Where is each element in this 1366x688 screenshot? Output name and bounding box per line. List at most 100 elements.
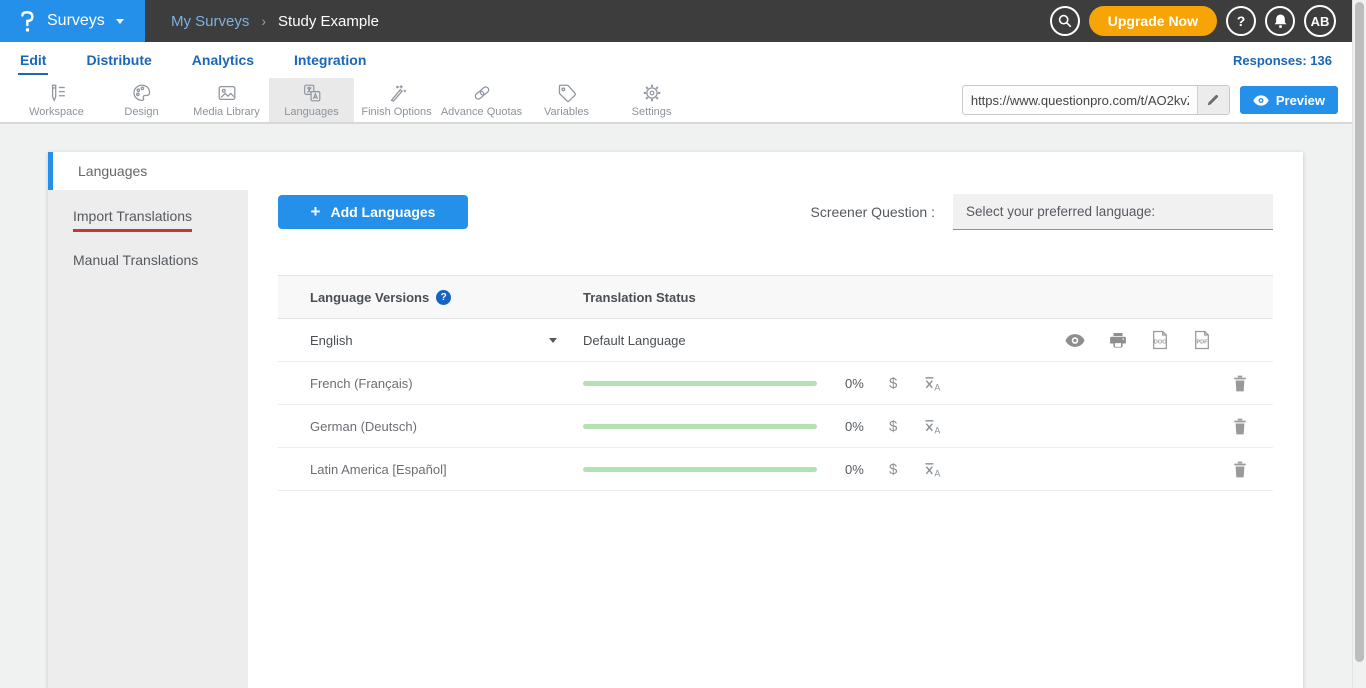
- languages-icon: [300, 82, 324, 104]
- language-versions-table: Language Versions ? Translation Status E…: [278, 275, 1273, 491]
- screener-question-select[interactable]: Select your preferred language:: [953, 194, 1273, 230]
- export-pdf-button[interactable]: PDF: [1193, 330, 1211, 350]
- chain-link-icon: [470, 82, 494, 104]
- toolbar-right: Preview: [962, 78, 1366, 122]
- top-bar: Surveys My Surveys › Study Example Upgra…: [0, 0, 1366, 42]
- col-translation-status: Translation Status: [583, 290, 696, 305]
- preview-button[interactable]: Preview: [1240, 86, 1338, 114]
- translate-icon: A: [923, 418, 942, 435]
- workspace-icon: [45, 82, 69, 104]
- language-name: French (Français): [310, 376, 413, 391]
- svg-text:PDF: PDF: [1196, 340, 1208, 346]
- chevron-down-icon: [116, 19, 124, 24]
- default-language-name: English: [310, 333, 353, 348]
- bell-icon: [1273, 13, 1288, 29]
- print-button[interactable]: [1109, 332, 1127, 349]
- toolbar-item-media-library[interactable]: Media Library: [184, 78, 269, 122]
- printer-icon: [1109, 332, 1127, 349]
- translate-icon: A: [923, 375, 942, 392]
- delete-language-button[interactable]: [1233, 375, 1247, 392]
- eye-icon: [1253, 95, 1269, 106]
- svg-text:A: A: [935, 468, 941, 477]
- sidebar-item-manual-translations[interactable]: Manual Translations: [73, 252, 248, 276]
- languages-side-nav: Languages Import Translations Manual Tra…: [48, 152, 248, 688]
- gear-icon: [640, 82, 664, 104]
- tag-icon: [555, 82, 579, 104]
- magic-wand-icon: [385, 82, 409, 104]
- languages-panel: Languages Import Translations Manual Tra…: [48, 152, 1303, 688]
- doc-file-icon: DOC: [1151, 330, 1169, 350]
- svg-text:A: A: [935, 382, 941, 391]
- view-survey-button[interactable]: [1065, 334, 1085, 347]
- translation-percent: 0%: [845, 376, 875, 391]
- section-tabs: Edit Distribute Analytics Integration Re…: [0, 42, 1366, 78]
- avatar[interactable]: AB: [1304, 5, 1336, 37]
- tab-integration[interactable]: Integration: [292, 45, 368, 75]
- product-name: Surveys: [47, 12, 105, 30]
- search-button[interactable]: [1050, 6, 1080, 36]
- plus-icon: +: [311, 202, 321, 222]
- delete-language-button[interactable]: [1233, 418, 1247, 435]
- trash-icon: [1233, 375, 1247, 392]
- paid-translation-button[interactable]: $: [889, 461, 897, 478]
- language-name: Latin America [Español]: [310, 462, 447, 477]
- help-button[interactable]: ?: [1226, 6, 1256, 36]
- toolbar-item-workspace[interactable]: Workspace: [14, 78, 99, 122]
- add-languages-button[interactable]: + Add Languages: [278, 195, 468, 229]
- language-name: German (Deutsch): [310, 419, 417, 434]
- translation-progress-bar: [583, 381, 817, 386]
- auto-translate-button[interactable]: A: [923, 461, 942, 478]
- table-row-language: German (Deutsch) 0% $ A: [278, 405, 1273, 448]
- side-nav-title: Languages: [48, 152, 248, 190]
- delete-language-button[interactable]: [1233, 461, 1247, 478]
- surveys-menu[interactable]: Surveys: [0, 0, 145, 42]
- media-library-icon: [215, 82, 239, 104]
- tab-edit[interactable]: Edit: [18, 45, 48, 75]
- breadcrumb-current: Study Example: [278, 13, 379, 30]
- tab-distribute[interactable]: Distribute: [84, 45, 153, 75]
- side-nav-body: Import Translations Manual Translations: [48, 190, 248, 688]
- toolbar-item-settings[interactable]: Settings: [609, 78, 694, 122]
- table-row-language: Latin America [Español] 0% $ A: [278, 448, 1273, 491]
- screener-question: Screener Question : Select your preferre…: [810, 194, 1273, 230]
- paid-translation-button[interactable]: $: [889, 375, 897, 392]
- design-palette-icon: [130, 82, 154, 104]
- notifications-button[interactable]: [1265, 6, 1295, 36]
- table-row-language: French (Français) 0% $ A: [278, 362, 1273, 405]
- sidebar-item-import-translations[interactable]: Import Translations: [73, 208, 248, 232]
- topbar-actions: Upgrade Now ? AB: [1050, 5, 1366, 37]
- col-language-versions: Language Versions: [310, 290, 429, 305]
- survey-url-box: [962, 85, 1230, 115]
- breadcrumb: My Surveys › Study Example: [171, 13, 379, 30]
- scrollbar[interactable]: [1352, 0, 1366, 688]
- breadcrumb-my-surveys[interactable]: My Surveys: [171, 13, 249, 30]
- toolbar-item-finish-options[interactable]: Finish Options: [354, 78, 439, 122]
- pdf-file-icon: PDF: [1193, 330, 1211, 350]
- trash-icon: [1233, 418, 1247, 435]
- toolbar-item-design[interactable]: Design: [99, 78, 184, 122]
- help-circle-icon[interactable]: ?: [436, 290, 451, 305]
- questionpro-logo-icon: [16, 9, 38, 33]
- upgrade-now-button[interactable]: Upgrade Now: [1089, 6, 1217, 36]
- survey-url-input[interactable]: [963, 93, 1197, 108]
- toolbar-item-advance-quotas[interactable]: Advance Quotas: [439, 78, 524, 122]
- toolbar-item-languages[interactable]: Languages: [269, 78, 354, 122]
- paid-translation-button[interactable]: $: [889, 418, 897, 435]
- scrollbar-thumb[interactable]: [1355, 2, 1364, 662]
- export-doc-button[interactable]: DOC: [1151, 330, 1169, 350]
- auto-translate-button[interactable]: A: [923, 418, 942, 435]
- main-area: Languages Import Translations Manual Tra…: [0, 124, 1366, 688]
- breadcrumb-separator: ›: [261, 13, 266, 29]
- table-header-row: Language Versions ? Translation Status: [278, 275, 1273, 319]
- language-dropdown-caret-icon[interactable]: [549, 338, 557, 343]
- actions-row: + Add Languages Screener Question : Sele…: [278, 194, 1273, 230]
- translation-percent: 0%: [845, 419, 875, 434]
- tab-analytics[interactable]: Analytics: [190, 45, 256, 75]
- responses-count[interactable]: Responses: 136: [1233, 53, 1332, 68]
- translation-progress-bar: [583, 424, 817, 429]
- translation-percent: 0%: [845, 462, 875, 477]
- edit-url-button[interactable]: [1197, 86, 1229, 114]
- search-icon: [1057, 13, 1073, 29]
- auto-translate-button[interactable]: A: [923, 375, 942, 392]
- toolbar-item-variables[interactable]: Variables: [524, 78, 609, 122]
